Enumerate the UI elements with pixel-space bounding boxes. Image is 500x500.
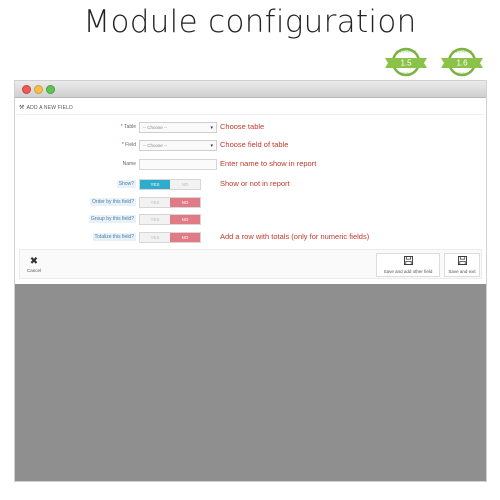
totalize-yes-option[interactable]: YES	[140, 233, 170, 242]
prestashop-badge-icon: 1.5 PRESTASHOP READY	[385, 47, 427, 77]
save-and-add-button[interactable]: Save and add other field	[376, 253, 440, 277]
save-and-exit-button[interactable]: Save and exit	[444, 253, 480, 277]
caret-down-icon: ▾	[210, 143, 213, 149]
field-row: * Field -- Choose -- ▾ Choose field of t…	[15, 140, 486, 152]
svg-text:PRESTASHOP: PRESTASHOP	[396, 50, 416, 54]
tool-icon: ⚒	[19, 105, 25, 111]
show-annotation: Show or not in report	[220, 179, 290, 188]
totalize-row: Totalize this field? YES NO Add a row wi…	[15, 232, 486, 244]
show-no-option[interactable]: NO	[170, 180, 200, 189]
svg-text:READY: READY	[457, 72, 467, 76]
panel-footer: ✖ Cancel Save and add other field Save a…	[19, 249, 482, 279]
svg-text:PRESTASHOP: PRESTASHOP	[452, 50, 472, 54]
table-annotation: Choose table	[220, 122, 265, 131]
heading-divider	[17, 114, 484, 115]
order-label: Order by this field?	[90, 198, 136, 206]
config-panel: ⚒ ADD A NEW FIELD * Table -- Choose -- ▾ …	[15, 98, 486, 284]
close-icon: ✖	[29, 256, 39, 267]
field-label: * Field	[121, 142, 136, 148]
name-row: Name Enter name to show in report	[15, 159, 486, 171]
group-no-option[interactable]: NO	[170, 215, 200, 224]
group-yes-option[interactable]: YES	[140, 215, 170, 224]
show-toggle[interactable]: YES NO	[139, 179, 201, 190]
cancel-button[interactable]: ✖ Cancel	[23, 253, 45, 277]
window-titlebar	[15, 81, 486, 98]
totalize-toggle[interactable]: YES NO	[139, 232, 201, 243]
badge-version: 1.6	[456, 59, 468, 68]
totalize-label: Totalize this field?	[92, 233, 136, 241]
badge-version: 1.5	[400, 59, 412, 68]
table-label: * Table	[120, 124, 136, 130]
table-row-field: * Table -- Choose -- ▾ Choose table	[15, 122, 486, 134]
browser-window: ⚒ ADD A NEW FIELD * Table -- Choose -- ▾ …	[14, 80, 487, 482]
show-yes-option[interactable]: YES	[140, 180, 170, 189]
group-toggle[interactable]: YES NO	[139, 214, 201, 225]
page-title: Module configuration	[83, 4, 417, 40]
table-select[interactable]: -- Choose -- ▾	[139, 122, 217, 133]
name-input[interactable]	[139, 159, 217, 170]
order-toggle[interactable]: YES NO	[139, 197, 201, 208]
close-window-icon[interactable]	[22, 85, 31, 94]
totalize-no-option[interactable]: NO	[170, 233, 200, 242]
name-label: Name	[122, 161, 136, 167]
save-icon	[377, 256, 439, 269]
prestashop-badge-icon: 1.6 PRESTASHOP READY	[441, 47, 483, 77]
save-icon	[445, 256, 479, 269]
field-annotation: Choose field of table	[220, 140, 289, 149]
field-select[interactable]: -- Choose -- ▾	[139, 140, 217, 151]
panel-heading: ⚒ ADD A NEW FIELD	[19, 105, 73, 111]
svg-text:READY: READY	[401, 72, 411, 76]
show-row: Show? YES NO Show or not in report	[15, 179, 486, 191]
order-no-option[interactable]: NO	[170, 198, 200, 207]
order-row: Order by this field? YES NO	[15, 197, 486, 209]
group-label: Group by this field?	[88, 215, 136, 223]
name-annotation: Enter name to show in report	[220, 159, 317, 168]
group-row: Group by this field? YES NO	[15, 214, 486, 226]
show-label: Show?	[116, 180, 136, 188]
minimize-window-icon[interactable]	[34, 85, 43, 94]
maximize-window-icon[interactable]	[46, 85, 55, 94]
totalize-annotation: Add a row with totals (only for numeric …	[220, 232, 370, 241]
order-yes-option[interactable]: YES	[140, 198, 170, 207]
caret-down-icon: ▾	[210, 125, 213, 131]
